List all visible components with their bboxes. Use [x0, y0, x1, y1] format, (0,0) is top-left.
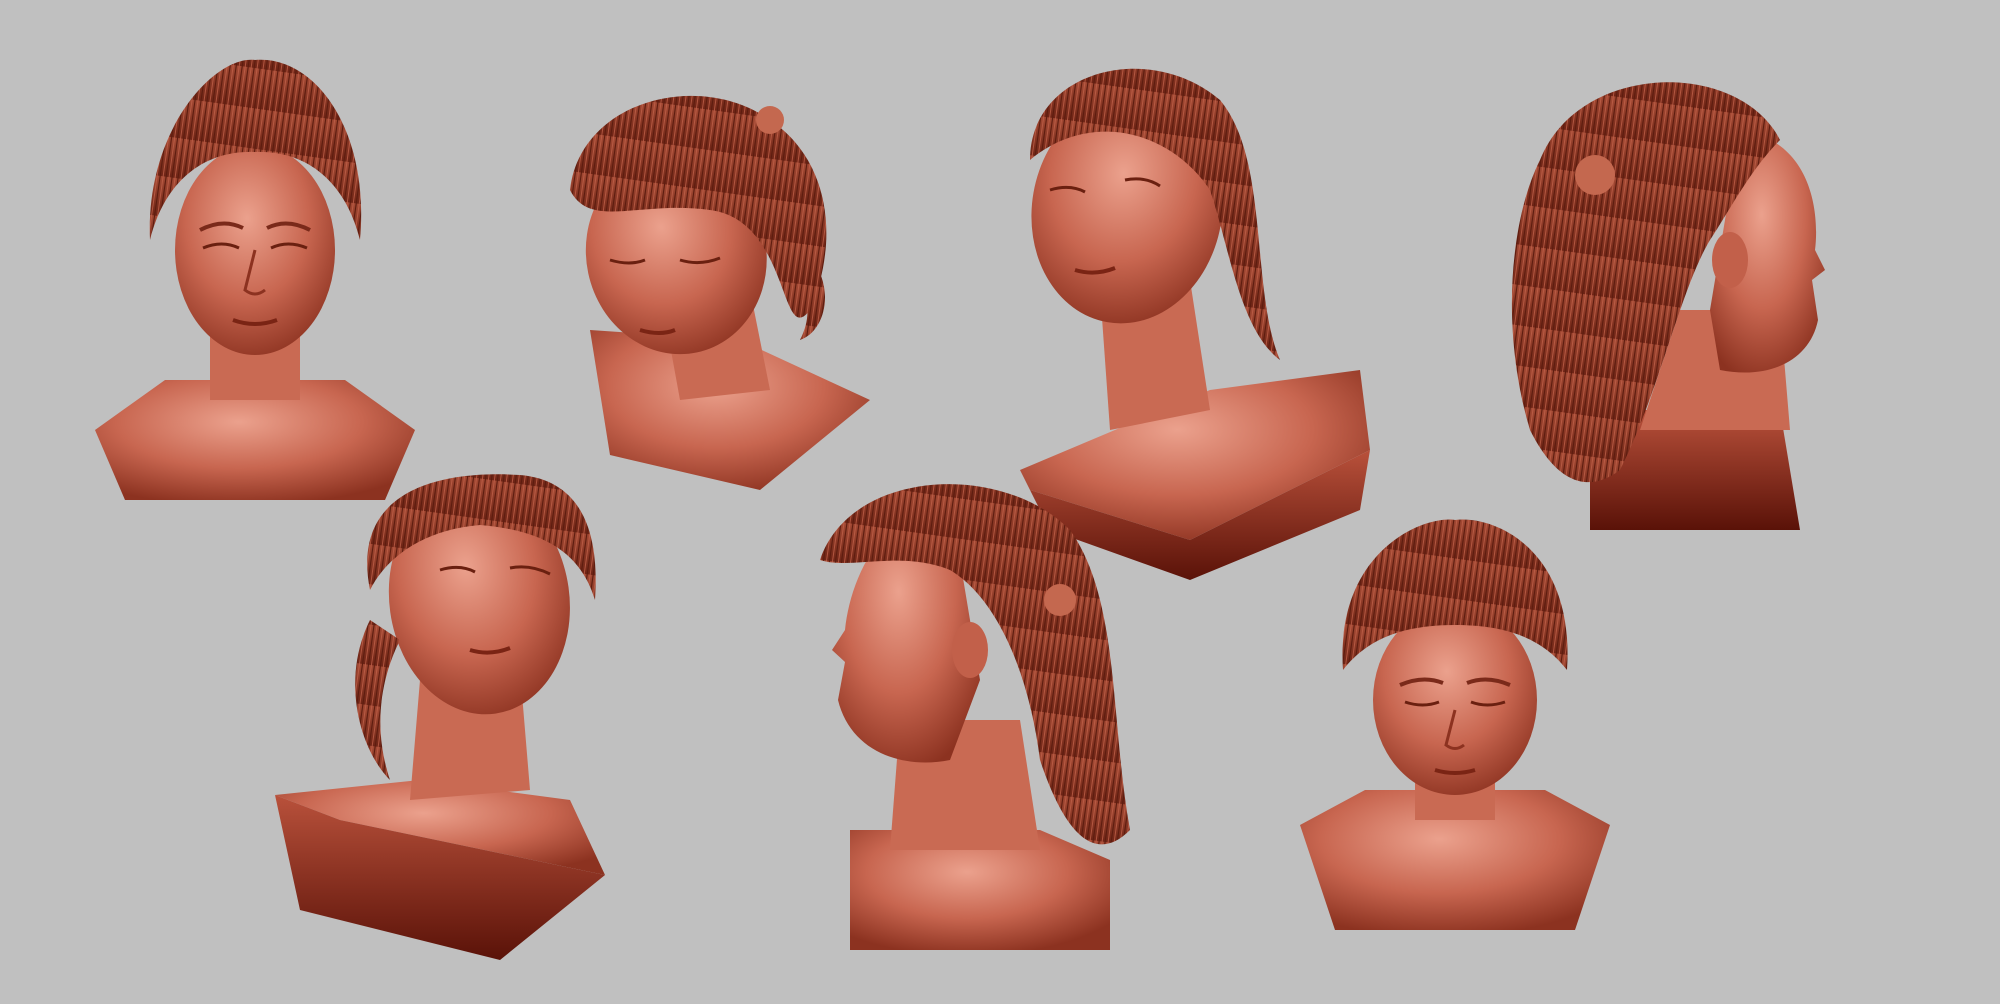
face	[1373, 605, 1537, 795]
bust-three-quarter-up	[1020, 68, 1370, 580]
hair-clip	[1044, 584, 1076, 616]
ear	[1712, 232, 1748, 288]
bust-three-quarter-down	[570, 95, 870, 490]
sculpt-turnaround-sheet	[0, 0, 2000, 1000]
hair-clip	[1575, 155, 1615, 195]
ear	[952, 622, 988, 678]
bust-front	[95, 59, 415, 500]
ponytail	[355, 620, 400, 780]
bust-profile-right	[1511, 82, 1825, 530]
bust-top-down	[1300, 519, 1610, 930]
bust-profile-left	[820, 484, 1130, 950]
hair-clip	[756, 106, 784, 134]
bust-from-below	[275, 474, 605, 960]
busts-canvas	[95, 59, 1825, 960]
